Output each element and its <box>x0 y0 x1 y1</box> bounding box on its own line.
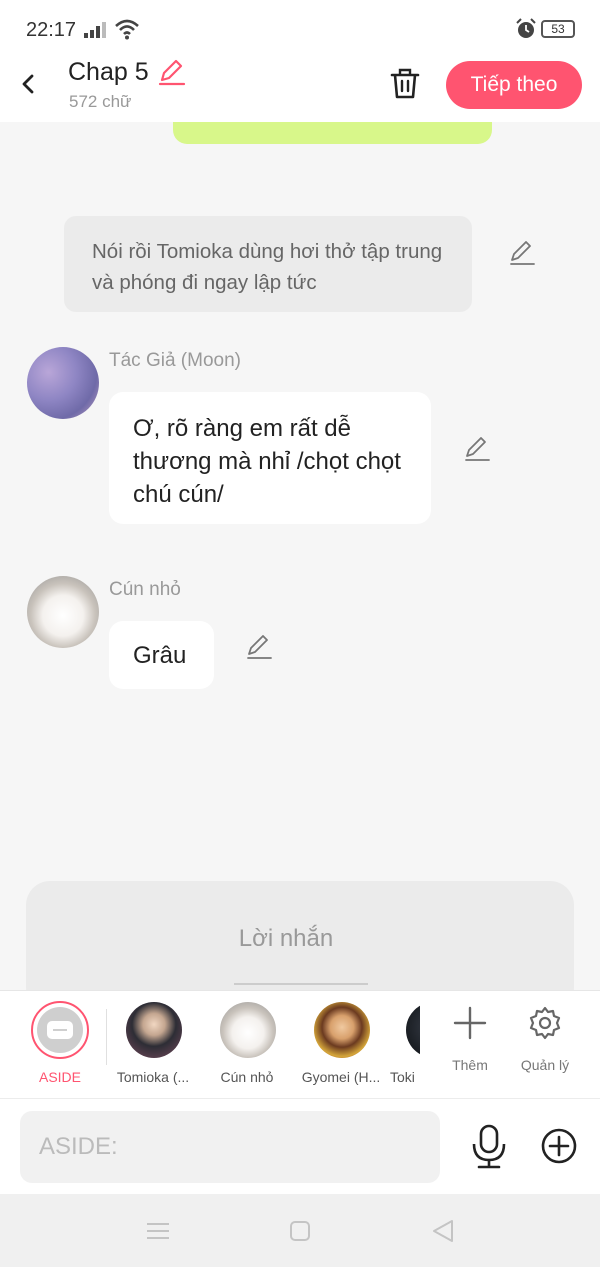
bar-fade <box>420 991 434 1099</box>
avatar <box>314 1002 370 1058</box>
message-bubble-partial[interactable] <box>173 122 492 144</box>
chat-area[interactable]: Nói rồi Tomioka dùng hơi thở tập trung v… <box>0 122 600 990</box>
avatar <box>126 1002 182 1058</box>
narration-bubble[interactable]: Nói rồi Tomioka dùng hơi thở tập trung v… <box>64 216 472 312</box>
back-triangle-icon[interactable] <box>428 1216 458 1246</box>
avatar <box>220 1002 276 1058</box>
character-label: Cún nhỏ <box>220 1069 274 1085</box>
character-bar: ASIDE Tomioka (... Cún nhỏ Gyomei (H... … <box>0 990 600 1099</box>
signal-icon <box>84 22 106 38</box>
plus-icon <box>453 1006 487 1040</box>
pencil-icon[interactable] <box>463 436 491 464</box>
menu-icon[interactable] <box>143 1216 173 1246</box>
editor-header: Chap 5 572 chữ Tiếp theo <box>0 58 600 122</box>
avatar[interactable] <box>27 347 99 419</box>
status-bar: 22:17 53 <box>0 0 600 58</box>
alarm-icon <box>516 18 536 38</box>
character-gyomei[interactable]: Gyomei (H... <box>296 991 386 1099</box>
character-cun-nho[interactable]: Cún nhỏ <box>202 991 292 1099</box>
home-icon[interactable] <box>285 1216 315 1246</box>
message-bubble[interactable]: Ơ, rõ ràng em rất dễ thương mà nhỉ /chọt… <box>109 392 431 524</box>
back-icon[interactable] <box>14 66 42 102</box>
status-time: 22:17 <box>26 19 77 41</box>
sender-name: Tác Giả (Moon) <box>109 350 241 371</box>
character-label: Gyomei (H... <box>301 1069 381 1085</box>
input-row <box>0 1098 600 1194</box>
pencil-icon[interactable] <box>508 240 536 268</box>
tool-label: Quản lý <box>520 1057 570 1073</box>
message-placeholder: Lời nhắn <box>238 925 334 952</box>
chapter-title: Chap 5 <box>68 58 149 86</box>
gear-icon <box>529 1006 561 1040</box>
aside-avatar <box>31 1001 89 1059</box>
character-label: ASIDE <box>38 1069 81 1085</box>
add-circle-icon[interactable] <box>540 1127 578 1165</box>
divider <box>234 983 368 985</box>
word-count: 572 chữ <box>69 92 132 111</box>
trash-icon[interactable] <box>388 65 422 101</box>
chat-bubble-icon <box>47 1021 73 1039</box>
divider <box>106 1009 107 1065</box>
battery-indicator: 53 <box>541 20 575 38</box>
sender-name: Cún nhỏ <box>109 579 181 600</box>
character-label: Tomioka (... <box>116 1069 190 1085</box>
system-nav-bar <box>0 1194 600 1267</box>
pencil-icon[interactable] <box>245 634 273 662</box>
aside-input[interactable] <box>20 1111 440 1183</box>
manage-characters-button[interactable]: Quản lý <box>510 991 580 1091</box>
wifi-icon <box>115 19 139 40</box>
avatar[interactable] <box>27 576 99 648</box>
message-bubble[interactable]: Grâu <box>109 621 214 689</box>
mic-icon[interactable] <box>470 1124 508 1170</box>
next-chapter-button[interactable]: Tiếp theo <box>446 61 582 109</box>
tool-label: Thêm <box>452 1057 488 1073</box>
character-tomioka[interactable]: Tomioka (... <box>108 991 198 1099</box>
pencil-icon[interactable] <box>156 58 186 86</box>
add-character-button[interactable]: Thêm <box>435 991 505 1091</box>
